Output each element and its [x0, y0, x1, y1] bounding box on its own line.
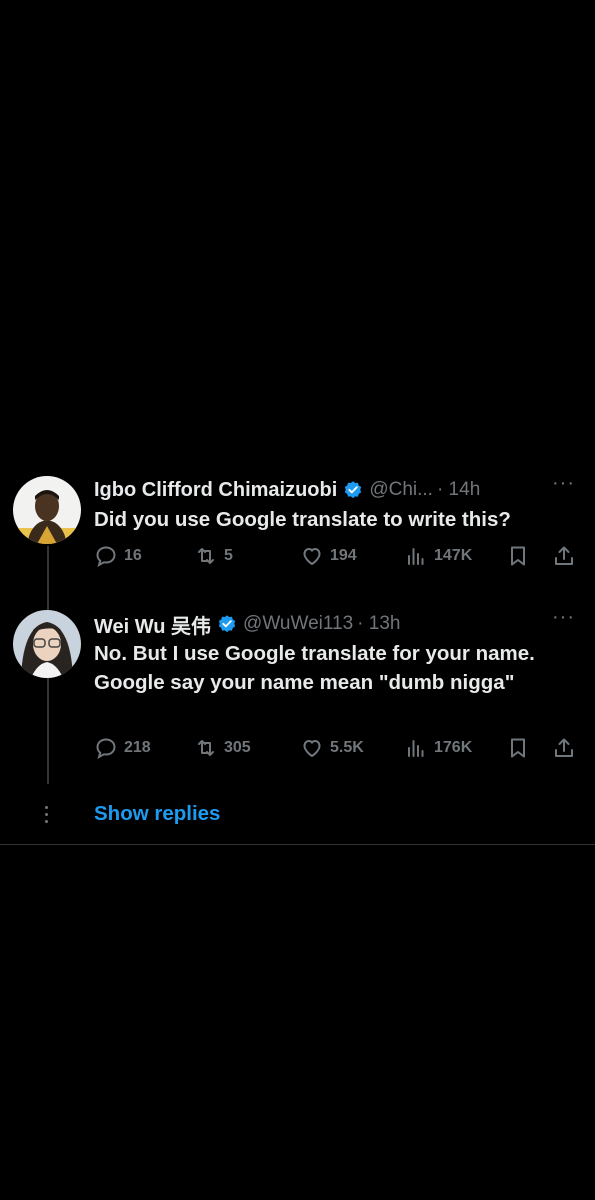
like-count: 194 [330, 547, 357, 564]
reply-count: 218 [124, 739, 151, 756]
views-count: 176K [434, 739, 473, 756]
reply-icon [96, 738, 116, 760]
timestamp[interactable]: · 13h [357, 613, 400, 635]
share-icon [555, 738, 573, 757]
bookmark-icon [511, 738, 525, 758]
views-button[interactable]: 176K [404, 736, 472, 760]
share-button[interactable] [552, 544, 576, 568]
views-chart-icon [408, 548, 424, 565]
verified-badge-icon [345, 481, 362, 499]
heart-icon [303, 548, 321, 565]
retweet-count: 305 [224, 739, 251, 756]
views-button[interactable]: 147K [404, 544, 472, 568]
retweet-count: 5 [224, 547, 233, 564]
like-count: 5.5K [330, 739, 364, 756]
display-name[interactable]: Wei Wu 吴伟 [94, 610, 211, 639]
bookmark-button[interactable] [506, 544, 530, 568]
like-button[interactable]: 5.5K [300, 736, 364, 760]
divider [0, 844, 595, 845]
tweet[interactable]: Igbo Clifford Chimaizuobi @Chi... · 14h … [0, 462, 595, 612]
reply-button[interactable]: 218 [94, 736, 151, 760]
verified-badge-icon [218, 615, 236, 633]
avatar[interactable] [13, 610, 81, 678]
user-handle[interactable]: @Chi... [369, 479, 433, 501]
show-replies-link[interactable]: Show replies [94, 802, 220, 826]
tweet-header: Igbo Clifford Chimaizuobi @Chi... · 14h … [94, 472, 575, 504]
retweet-button[interactable]: 305 [194, 736, 251, 760]
screen: { "tweets": [ { "name": "Igbo Clifford C… [0, 0, 595, 1200]
reply-count: 16 [124, 547, 142, 564]
tweet-header: Wei Wu 吴伟 @WuWei113 · 13h ··· [94, 606, 575, 639]
like-button[interactable]: 194 [300, 544, 357, 568]
display-name[interactable]: Igbo Clifford Chimaizuobi [94, 479, 337, 502]
tweet-text: No. But I use Google translate for your … [94, 642, 535, 694]
reply-button[interactable]: 16 [94, 544, 142, 568]
user-handle[interactable]: @WuWei113 [243, 613, 353, 635]
thread-dots-icon [45, 806, 49, 827]
heart-icon [303, 740, 321, 757]
share-icon [555, 546, 573, 565]
retweet-icon [198, 740, 214, 756]
tweet[interactable]: Wei Wu 吴伟 @WuWei113 · 13h ··· No. But I … [0, 596, 595, 796]
bookmark-icon [511, 546, 525, 566]
tweet-text: Did you use Google translate to write th… [94, 508, 511, 531]
retweet-button[interactable]: 5 [194, 544, 233, 568]
more-options-icon[interactable]: ··· [552, 606, 575, 629]
reply-icon [96, 546, 116, 568]
tweet-actions: 16 5 194 147K [94, 544, 584, 572]
tweet-actions: 218 305 5.5K 176K [94, 736, 584, 764]
avatar[interactable] [13, 476, 81, 544]
bookmark-button[interactable] [506, 736, 530, 760]
share-button[interactable] [552, 736, 576, 760]
views-chart-icon [408, 740, 424, 757]
views-count: 147K [434, 547, 473, 564]
more-options-icon[interactable]: ··· [552, 472, 575, 495]
retweet-icon [198, 548, 214, 564]
timestamp[interactable]: · 14h [437, 479, 480, 501]
